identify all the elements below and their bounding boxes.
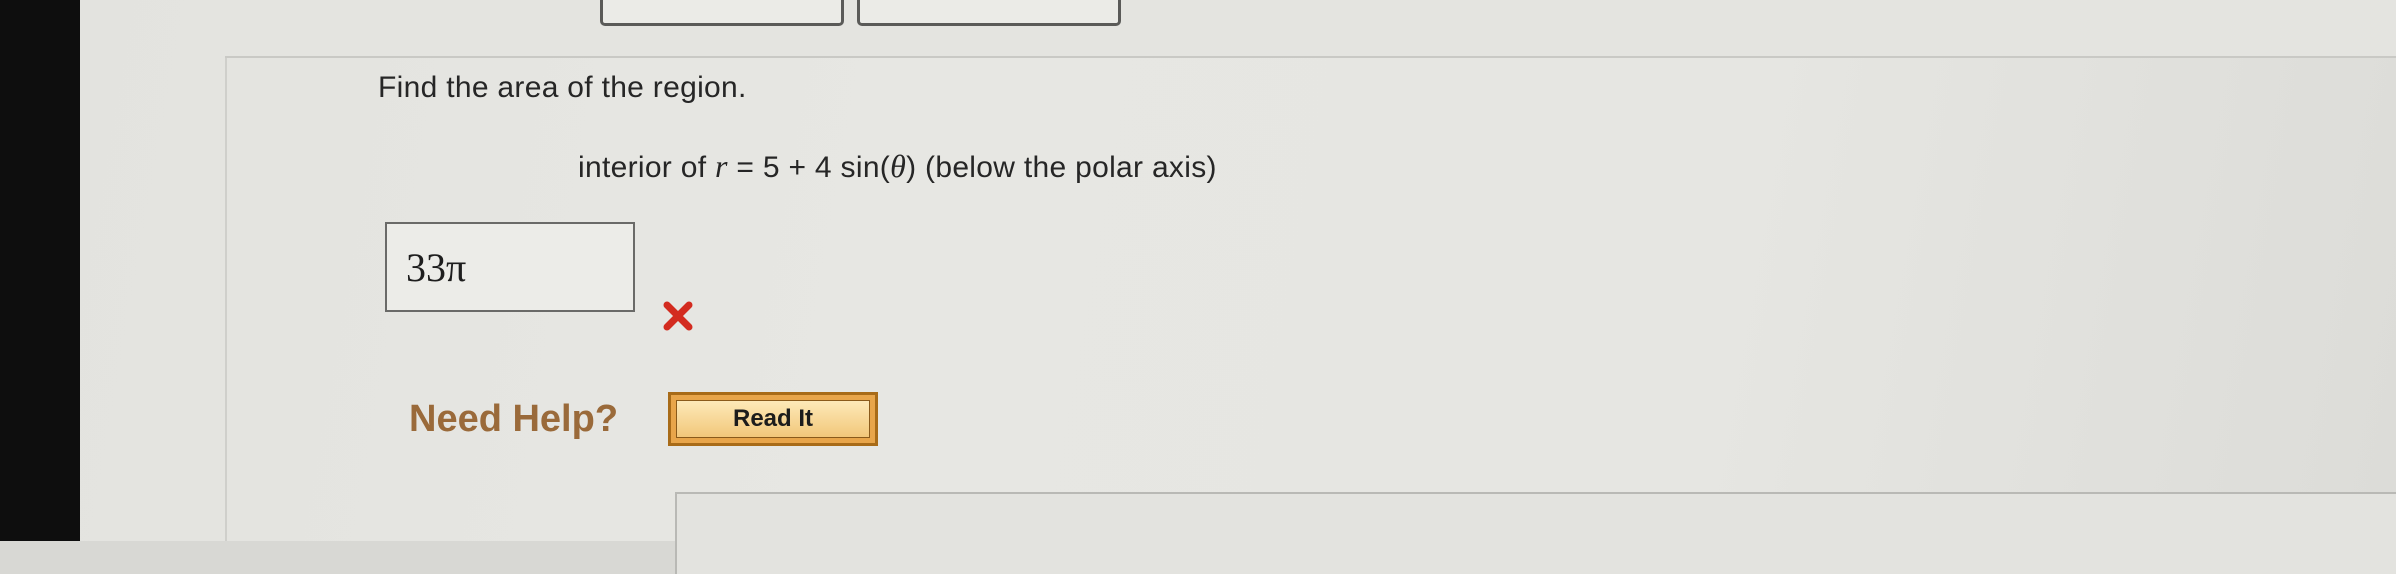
question-prompt: Find the area of the region. [378, 71, 747, 104]
read-it-button[interactable]: Read It [668, 392, 878, 446]
equation-suffix: ) (below the polar axis) [906, 151, 1217, 184]
equation-prefix: interior of [578, 151, 715, 184]
equation-body: = 5 + 4 sin( [727, 151, 891, 184]
screen-bezel [0, 0, 80, 541]
previous-answer-box-2[interactable] [857, 0, 1121, 26]
equation-variable: r [715, 148, 728, 184]
need-help-label: Need Help? [409, 398, 619, 440]
question-equation: interior of r = 5 + 4 sin(θ) (below the … [578, 148, 1217, 185]
next-question-box [675, 492, 2396, 574]
answer-value: 33π [406, 245, 467, 290]
read-it-label: Read It [676, 400, 870, 438]
previous-answer-box-1[interactable] [600, 0, 844, 26]
answer-input[interactable]: 33π [385, 222, 635, 312]
left-divider [225, 0, 227, 541]
previous-question-strip [225, 0, 2396, 58]
equation-theta: θ [890, 148, 907, 184]
x-mark-icon [663, 301, 693, 331]
webassign-page: Find the area of the region. interior of… [80, 0, 2396, 574]
